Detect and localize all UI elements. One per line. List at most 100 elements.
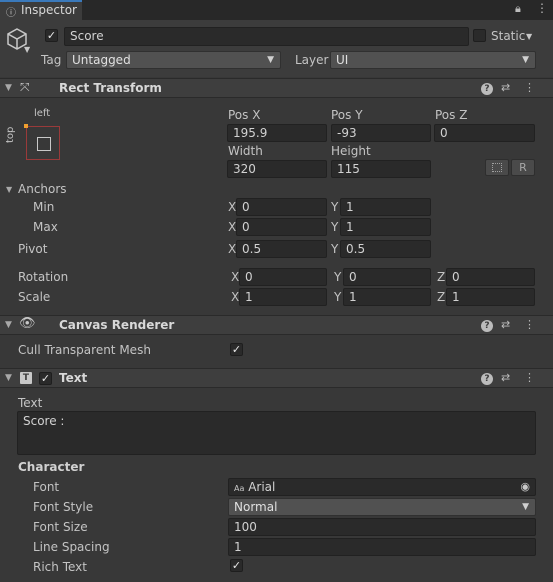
static-checkbox[interactable] — [473, 29, 486, 42]
raw-edit-button[interactable]: R — [511, 159, 535, 176]
font-size-field[interactable]: 100 — [228, 518, 536, 536]
lock-icon[interactable]: 🔒︎ — [515, 2, 521, 16]
layer-dropdown[interactable]: UI ▼ — [330, 51, 536, 69]
canvas-renderer-header[interactable]: ▼ 👁︎ Canvas Renderer ? ⇄ ⋮ — [0, 315, 553, 335]
anchors-label[interactable]: Anchors — [18, 182, 67, 196]
font-style-label: Font Style — [33, 500, 94, 514]
max-y-axis-label[interactable]: Y — [331, 220, 338, 234]
min-y-axis-label[interactable]: Y — [331, 200, 338, 214]
rot-z-axis-label[interactable]: Z — [437, 270, 445, 284]
rot-x-axis-label[interactable]: X — [231, 270, 239, 284]
width-field[interactable]: 320 — [227, 160, 327, 178]
presets-icon[interactable]: ⇄ — [501, 371, 510, 384]
scale-y-axis-label[interactable]: Y — [334, 290, 341, 304]
help-icon[interactable]: ? — [481, 83, 493, 95]
max-label: Max — [33, 220, 58, 234]
rot-z-field[interactable]: 0 — [446, 268, 535, 286]
min-x-field[interactable]: 0 — [236, 198, 327, 216]
pivot-x-axis-label[interactable]: X — [228, 242, 236, 256]
font-size-label: Font Size — [33, 520, 88, 534]
scale-z-axis-label[interactable]: Z — [437, 290, 445, 304]
text-area[interactable]: Score : — [17, 411, 536, 455]
min-x-axis-label[interactable]: X — [228, 200, 236, 214]
pivot-y-axis-label[interactable]: Y — [331, 242, 338, 256]
chevron-down-icon: ▼ — [267, 55, 274, 65]
scale-x-axis-label[interactable]: X — [231, 290, 239, 304]
object-picker-icon[interactable]: ◉ — [520, 479, 530, 495]
rich-text-label: Rich Text — [33, 560, 87, 574]
pos-y-field[interactable]: -93 — [331, 124, 431, 142]
min-y-field[interactable]: 1 — [340, 198, 431, 216]
object-name-field[interactable]: Score — [64, 27, 469, 46]
anchors-fold-icon[interactable]: ▼ — [6, 185, 12, 194]
max-x-field[interactable]: 0 — [236, 218, 327, 236]
pos-z-label: Pos Z — [435, 108, 468, 122]
anchor-point-marker — [24, 124, 28, 128]
scale-z-field[interactable]: 1 — [446, 288, 535, 306]
tab-inspector[interactable]: ⓘ Inspector — [0, 0, 82, 20]
fold-arrow-icon[interactable]: ▼ — [5, 320, 12, 330]
static-dropdown-arrow[interactable]: ▼ — [526, 32, 532, 41]
scale-label: Scale — [18, 290, 51, 304]
component-title: Rect Transform — [59, 81, 162, 95]
component-title: Text — [59, 371, 88, 385]
text-component-header[interactable]: ▼ T ✓ Text ? ⇄ ⋮ — [0, 368, 553, 388]
min-label: Min — [33, 200, 55, 214]
tab-bar — [0, 0, 553, 20]
scale-x-field[interactable]: 1 — [239, 288, 327, 306]
component-menu-icon[interactable]: ⋮ — [524, 371, 535, 384]
font-label: Font — [33, 480, 60, 494]
tab-menu-icon[interactable]: ⋮ — [536, 1, 548, 15]
blueprint-mode-button[interactable] — [485, 159, 509, 176]
line-spacing-field[interactable]: 1 — [228, 538, 536, 556]
fold-arrow-icon[interactable]: ▼ — [5, 83, 12, 93]
anchor-preset-button[interactable] — [26, 126, 60, 160]
icon-dropdown-arrow[interactable]: ▼ — [24, 45, 30, 54]
font-style-value: Normal — [234, 500, 278, 514]
character-section-label: Character — [18, 460, 85, 474]
pivot-y-field[interactable]: 0.5 — [340, 240, 431, 258]
rotation-label: Rotation — [18, 270, 69, 284]
max-y-field[interactable]: 1 — [340, 218, 431, 236]
width-label: Width — [228, 144, 263, 158]
info-icon: ⓘ — [6, 8, 16, 19]
anchor-v-label: top — [5, 126, 16, 143]
rot-y-axis-label[interactable]: Y — [334, 270, 341, 284]
pos-y-label: Pos Y — [331, 108, 363, 122]
fold-arrow-icon[interactable]: ▼ — [5, 373, 12, 383]
cull-transparent-mesh-checkbox[interactable]: ✓ — [230, 343, 243, 356]
layer-label: Layer — [295, 53, 329, 67]
help-icon[interactable]: ? — [481, 320, 493, 332]
component-menu-icon[interactable]: ⋮ — [524, 318, 535, 331]
presets-icon[interactable]: ⇄ — [501, 318, 510, 331]
text-component-icon: T — [20, 372, 32, 384]
font-style-dropdown[interactable]: Normal ▼ — [228, 498, 536, 516]
tag-dropdown[interactable]: Untagged ▼ — [66, 51, 281, 69]
text-label: Text — [18, 396, 43, 410]
pivot-x-field[interactable]: 0.5 — [236, 240, 327, 258]
anchor-preset-box — [37, 137, 51, 151]
help-icon[interactable]: ? — [481, 373, 493, 385]
rich-text-checkbox[interactable]: ✓ — [230, 559, 243, 572]
font-asset-icon: Aa — [234, 484, 245, 493]
rot-y-field[interactable]: 0 — [343, 268, 431, 286]
max-x-axis-label[interactable]: X — [228, 220, 236, 234]
rect-transform-header[interactable]: ▼ ⤧ Rect Transform ? ⇄ ⋮ — [0, 78, 553, 98]
component-title: Canvas Renderer — [59, 318, 175, 332]
presets-icon[interactable]: ⇄ — [501, 81, 510, 94]
height-field[interactable]: 115 — [331, 160, 431, 178]
anchor-h-label: left — [34, 108, 51, 119]
active-checkbox[interactable]: ✓ — [45, 29, 58, 42]
pos-x-label: Pos X — [228, 108, 261, 122]
tag-value: Untagged — [72, 53, 131, 67]
pos-z-field[interactable]: 0 — [434, 124, 535, 142]
tab-title: Inspector — [21, 3, 77, 17]
static-label[interactable]: Static — [491, 29, 525, 43]
pos-x-field[interactable]: 195.9 — [227, 124, 327, 142]
text-enabled-checkbox[interactable]: ✓ — [39, 372, 52, 385]
scale-y-field[interactable]: 1 — [343, 288, 431, 306]
font-field[interactable]: Aa Arial ◉ — [228, 478, 536, 496]
component-menu-icon[interactable]: ⋮ — [524, 81, 535, 94]
cull-transparent-mesh-label: Cull Transparent Mesh — [18, 343, 151, 357]
rot-x-field[interactable]: 0 — [239, 268, 327, 286]
